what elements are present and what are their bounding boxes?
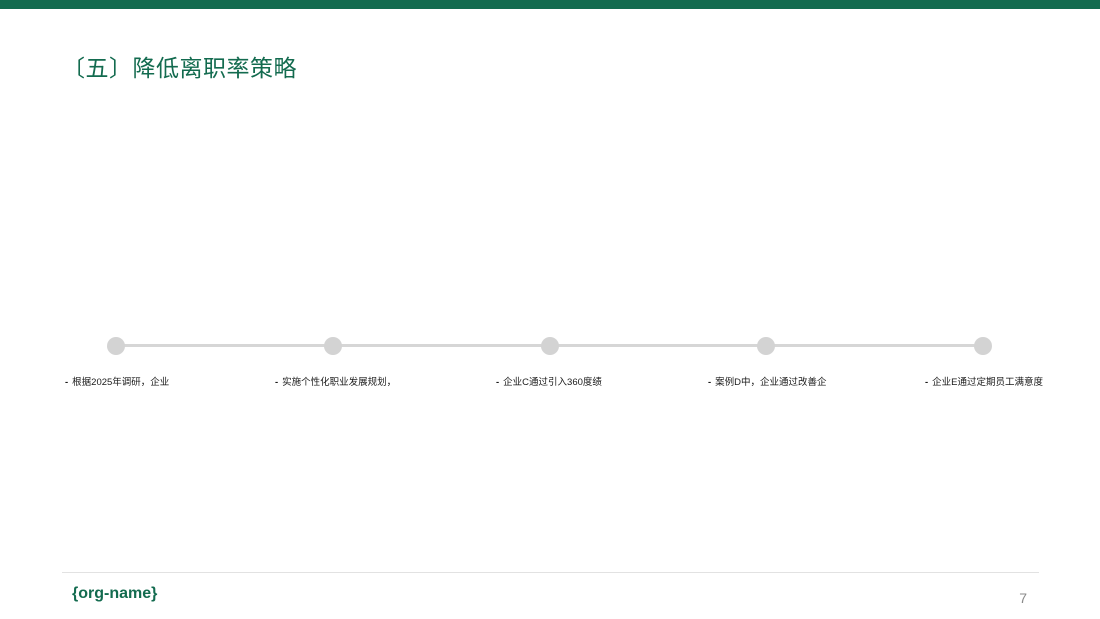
bullet-dash: - (925, 377, 929, 388)
footer-divider (62, 572, 1039, 573)
step-text: 实施个性化职业发展规划， (282, 377, 397, 388)
step-text: 企业E通过定期员工满意度 (932, 377, 1044, 388)
step-text: 根据2025年调研，企业 (72, 377, 170, 388)
timeline-step-1-caption: - 根据2025年调研，企业 (65, 376, 169, 390)
timeline-node-5 (974, 337, 992, 355)
timeline-step-4-caption: - 案例D中，企业通过改善企 (708, 376, 827, 390)
step-text: 案例D中，企业通过改善企 (715, 377, 827, 388)
timeline-node-3 (541, 337, 559, 355)
bullet-dash: - (65, 377, 69, 388)
page-number: 7 (1019, 590, 1027, 606)
timeline: - 根据2025年调研，企业 - 实施个性化职业发展规划， - 企业C通过引入360度… (0, 0, 1100, 619)
timeline-node-4 (757, 337, 775, 355)
timeline-node-1 (107, 337, 125, 355)
timeline-step-2-caption: - 实施个性化职业发展规划， (275, 376, 396, 390)
bullet-dash: - (496, 377, 500, 388)
footer-org-name: {org-name} (72, 585, 158, 602)
timeline-node-2 (324, 337, 342, 355)
bullet-dash: - (275, 377, 279, 388)
timeline-step-3-caption: - 企业C通过引入360度绩 (496, 376, 602, 390)
step-text: 企业C通过引入360度绩 (503, 377, 602, 388)
timeline-step-5-caption: - 企业E通过定期员工满意度 (925, 376, 1043, 390)
bullet-dash: - (708, 377, 712, 388)
